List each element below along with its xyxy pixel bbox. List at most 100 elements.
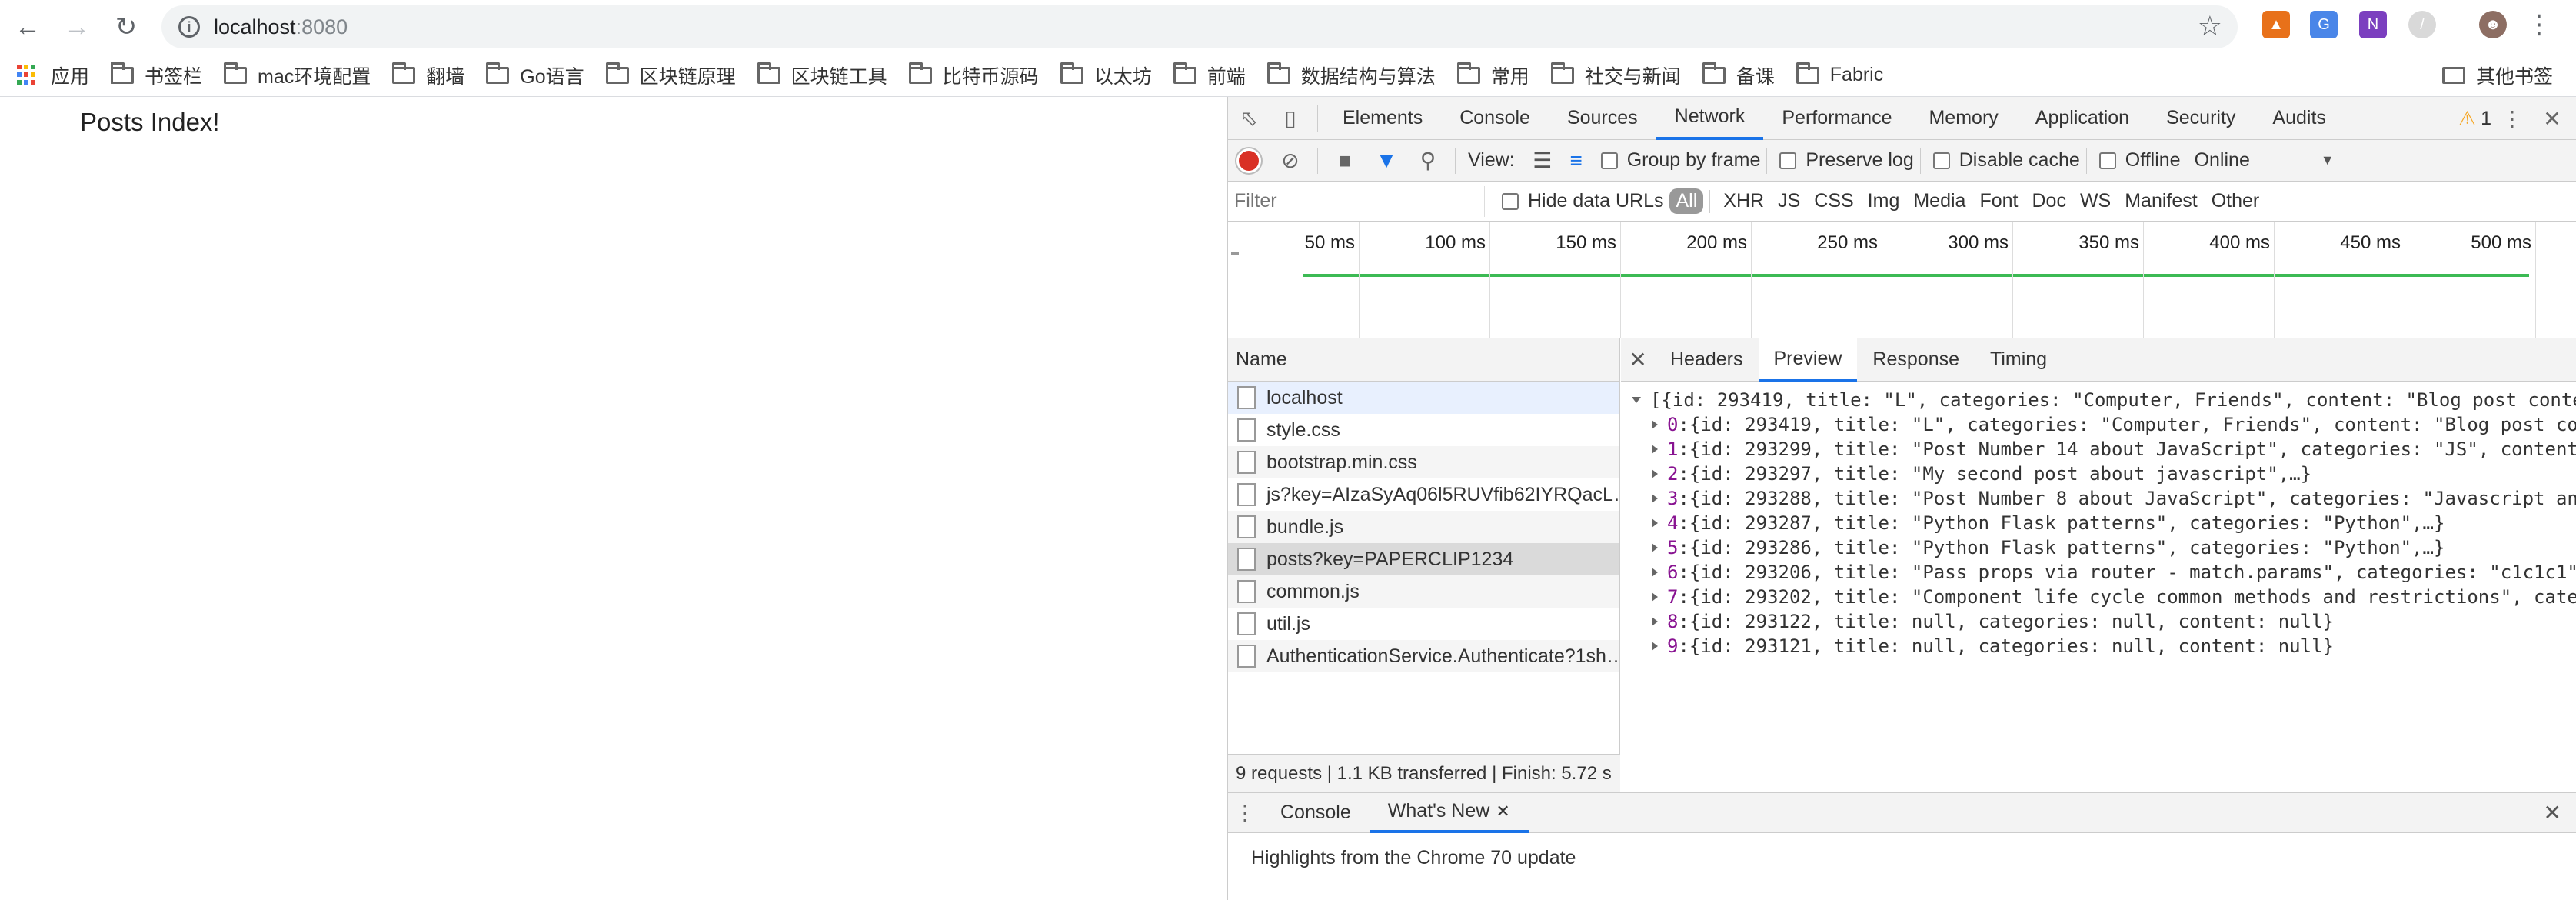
close-detail-icon[interactable]: ✕: [1621, 347, 1655, 372]
json-item-row[interactable]: 1: {id: 293299, title: "Post Number 14 a…: [1621, 437, 2576, 462]
extension-onenote-icon[interactable]: N: [2359, 11, 2387, 38]
bookmark-item[interactable]: mac环境配置: [224, 62, 371, 89]
inspect-element-icon[interactable]: ⬁: [1228, 97, 1270, 140]
request-row[interactable]: bundle.js: [1228, 511, 1619, 543]
expand-triangle-icon[interactable]: [1652, 494, 1658, 503]
expand-triangle-icon[interactable]: [1652, 469, 1658, 478]
bookmark-item[interactable]: 书签栏: [111, 62, 202, 89]
expand-triangle-icon[interactable]: [1652, 445, 1658, 454]
json-item-row[interactable]: 9: {id: 293121, title: null, categories:…: [1621, 634, 2576, 658]
json-item-row[interactable]: 5: {id: 293286, title: "Python Flask pat…: [1621, 535, 2576, 560]
filter-type-manifest[interactable]: Manifest: [2118, 190, 2204, 212]
name-column-header[interactable]: Name: [1228, 338, 1619, 382]
json-item-row[interactable]: 7: {id: 293202, title: "Component life c…: [1621, 585, 2576, 609]
filter-type-other[interactable]: Other: [2205, 190, 2267, 212]
json-item-row[interactable]: 8: {id: 293122, title: null, categories:…: [1621, 609, 2576, 634]
other-bookmarks[interactable]: 其他书签: [2442, 62, 2553, 89]
json-item-row[interactable]: 6: {id: 293206, title: "Pass props via r…: [1621, 560, 2576, 585]
filter-type-media[interactable]: Media: [1906, 190, 1972, 212]
extension-disabled-icon[interactable]: /: [2408, 11, 2436, 38]
reload-icon[interactable]: ↻: [105, 5, 148, 48]
bookmark-item[interactable]: Fabric: [1796, 62, 1883, 86]
url-text[interactable]: localhost:8080: [214, 15, 348, 39]
close-devtools-icon[interactable]: ✕: [2531, 97, 2573, 140]
expand-triangle-icon[interactable]: [1652, 592, 1658, 602]
tab-elements[interactable]: Elements: [1324, 97, 1441, 140]
json-item-row[interactable]: 0: {id: 293419, title: "L", categories: …: [1621, 412, 2576, 437]
filter-type-doc[interactable]: Doc: [2025, 190, 2072, 212]
hide-data-urls-checkbox[interactable]: Hide data URLs: [1502, 190, 1663, 212]
expand-triangle-icon[interactable]: [1652, 642, 1658, 651]
waterfall-view-icon[interactable]: ≡: [1559, 139, 1593, 182]
expand-triangle-icon[interactable]: [1652, 568, 1658, 577]
device-toolbar-icon[interactable]: ▯: [1270, 97, 1311, 140]
drawer-tab-console[interactable]: Console: [1262, 793, 1370, 833]
back-arrow-icon[interactable]: ←: [6, 5, 49, 48]
group-by-frame-checkbox[interactable]: Group by frame: [1600, 149, 1760, 172]
bookmark-item[interactable]: 应用: [0, 62, 89, 89]
filter-type-ws[interactable]: WS: [2073, 190, 2118, 212]
address-bar[interactable]: i localhost:8080 ☆: [161, 5, 2238, 48]
detail-tab-response[interactable]: Response: [1857, 338, 1975, 382]
site-info-icon[interactable]: i: [178, 16, 200, 38]
large-rows-icon[interactable]: ☰: [1526, 139, 1559, 182]
bookmark-item[interactable]: 社交与新闻: [1550, 62, 1681, 89]
filter-type-js[interactable]: JS: [1771, 190, 1807, 212]
warnings-badge[interactable]: ⚠ 1: [2458, 97, 2491, 140]
extension-fox-icon[interactable]: ▲: [2262, 11, 2290, 38]
extension-translate-icon[interactable]: G: [2310, 11, 2338, 38]
filter-type-img[interactable]: Img: [1861, 190, 1907, 212]
bookmark-item[interactable]: 常用: [1456, 62, 1529, 89]
filter-type-font[interactable]: Font: [1972, 190, 2025, 212]
bookmark-item[interactable]: 翻墙: [392, 62, 464, 89]
json-item-row[interactable]: 4: {id: 293287, title: "Python Flask pat…: [1621, 511, 2576, 535]
bookmark-item[interactable]: Go语言: [486, 62, 584, 89]
collapse-triangle-icon[interactable]: [1632, 397, 1641, 403]
tab-sources[interactable]: Sources: [1549, 97, 1656, 140]
tab-console[interactable]: Console: [1441, 97, 1549, 140]
request-row[interactable]: posts?key=PAPERCLIP1234: [1228, 543, 1619, 575]
close-tab-icon[interactable]: ✕: [1496, 802, 1509, 822]
json-item-row[interactable]: 3: {id: 293288, title: "Post Number 8 ab…: [1621, 486, 2576, 511]
detail-tab-timing[interactable]: Timing: [1975, 338, 2062, 382]
filter-input[interactable]: [1234, 185, 1485, 217]
filter-type-xhr[interactable]: XHR: [1716, 190, 1771, 212]
detail-tab-headers[interactable]: Headers: [1655, 338, 1759, 382]
request-row[interactable]: js?key=AIzaSyAq06l5RUVfib62IYRQacL…: [1228, 478, 1619, 511]
request-row[interactable]: util.js: [1228, 608, 1619, 640]
request-row[interactable]: style.css: [1228, 414, 1619, 446]
bookmark-item[interactable]: 区块链工具: [757, 62, 887, 89]
devtools-menu-icon[interactable]: ⋮: [2491, 97, 2533, 140]
bookmark-item[interactable]: 数据结构与算法: [1266, 62, 1436, 89]
expand-triangle-icon[interactable]: [1652, 518, 1658, 528]
expand-triangle-icon[interactable]: [1652, 543, 1658, 552]
bookmark-item[interactable]: 备课: [1702, 62, 1775, 89]
bookmark-item[interactable]: 比特币源码: [908, 62, 1039, 89]
preserve-log-checkbox[interactable]: Preserve log: [1779, 149, 1914, 172]
bookmark-item[interactable]: 前端: [1173, 62, 1246, 89]
drawer-menu-icon[interactable]: ⋮: [1228, 792, 1262, 835]
search-icon[interactable]: ⚲: [1407, 139, 1449, 182]
bookmark-item[interactable]: 区块链原理: [605, 62, 736, 89]
filter-type-all[interactable]: All: [1669, 188, 1704, 214]
profile-avatar[interactable]: ☻: [2479, 11, 2507, 38]
record-icon[interactable]: [1228, 139, 1270, 182]
drawer-tab-what-s-new[interactable]: What's New ✕: [1369, 793, 1529, 833]
expand-triangle-icon[interactable]: [1652, 617, 1658, 626]
tab-memory[interactable]: Memory: [1910, 97, 2016, 140]
bookmark-item[interactable]: 以太坊: [1060, 62, 1152, 89]
bookmark-star-icon[interactable]: ☆: [2198, 10, 2222, 42]
tab-audits[interactable]: Audits: [2254, 97, 2344, 140]
network-overview-timeline[interactable]: 50 ms 100 ms 150 ms 200 ms 250 ms 300 ms 350 m…: [1228, 222, 2576, 338]
tab-network[interactable]: Network: [1656, 97, 1764, 140]
filter-type-css[interactable]: CSS: [1807, 190, 1860, 212]
expand-triangle-icon[interactable]: [1652, 420, 1658, 429]
request-row[interactable]: localhost: [1228, 382, 1619, 414]
menu-kebab-icon[interactable]: ⋮: [2525, 10, 2553, 39]
close-drawer-icon[interactable]: ✕: [2544, 800, 2561, 825]
tab-security[interactable]: Security: [2148, 97, 2254, 140]
tab-application[interactable]: Application: [2017, 97, 2148, 140]
json-item-row[interactable]: 2: {id: 293297, title: "My second post a…: [1621, 462, 2576, 486]
throttling-select[interactable]: Online ▼: [2195, 149, 2335, 172]
tab-performance[interactable]: Performance: [1763, 97, 1910, 140]
